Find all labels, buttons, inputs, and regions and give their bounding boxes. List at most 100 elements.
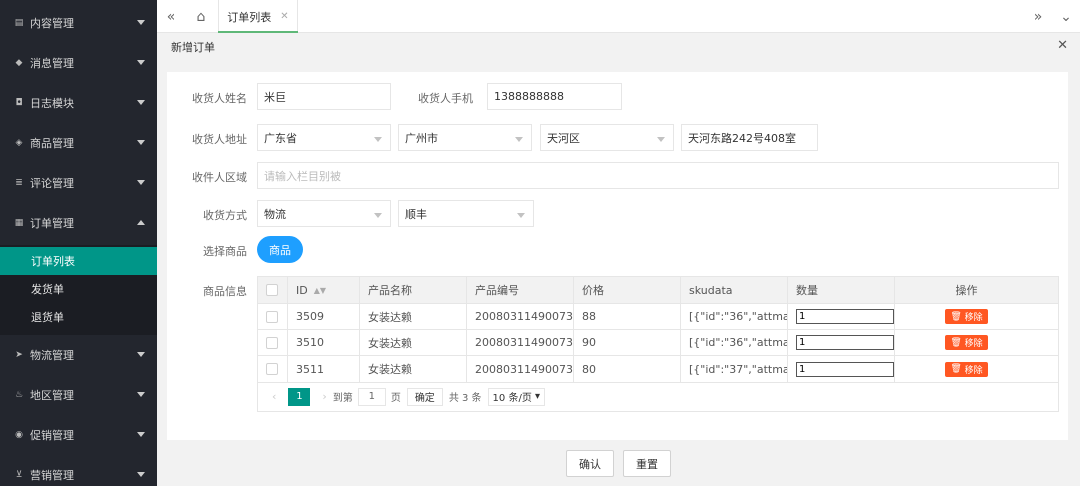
goto-page-input[interactable]: 1 [357, 387, 386, 406]
nav-product-management[interactable]: ◈ 商品管理 [0, 123, 157, 163]
chevron-down-icon [137, 472, 145, 477]
double-chevron-right-icon[interactable]: » [1024, 0, 1052, 33]
cell-skudata: [{"id":"37","attma... [681, 356, 788, 382]
page-unit-label: 页 [390, 393, 401, 404]
page-size-select[interactable]: 10 条/页 ▾ [487, 387, 546, 406]
nav-label: 内容管理 [30, 17, 74, 30]
cell-price: 88 [574, 304, 681, 329]
street-field[interactable]: 天河东路242号408室 [681, 124, 818, 151]
remove-label: 移除 [964, 313, 983, 323]
column-header-price: 价格 [574, 277, 681, 303]
chevron-down-icon: ▾ [535, 391, 541, 402]
nav-label: 评论管理 [30, 177, 74, 190]
chevron-down-icon [137, 140, 145, 145]
nav-log-module[interactable]: ◘ 日志模块 [0, 83, 157, 123]
total-count: 共 3 条 [448, 393, 482, 404]
select-all-cell [258, 277, 288, 303]
home-icon[interactable]: ⌂ [187, 0, 215, 33]
cell-name: 女装达赖 [360, 330, 467, 355]
caret-down-icon [517, 213, 525, 218]
select-all-checkbox[interactable] [266, 284, 278, 296]
name-field[interactable]: 米巨 [257, 83, 391, 110]
close-icon[interactable]: ✕ [280, 11, 288, 22]
cell-price: 90 [574, 330, 681, 355]
nav-label: 物流管理 [30, 349, 74, 362]
sort-icon[interactable]: ▲▼ [314, 286, 326, 295]
chevron-down-icon [137, 100, 145, 105]
tab-label: 订单列表 [227, 10, 272, 24]
phone-field[interactable]: 1388888888 [487, 83, 622, 110]
next-page-icon[interactable]: › [322, 390, 326, 403]
district-value: 天河区 [547, 131, 580, 145]
chevron-down-icon[interactable]: ⌄ [1052, 0, 1080, 33]
remove-label: 移除 [964, 365, 983, 376]
nav-logistics-management[interactable]: ➤ 物流管理 [0, 335, 157, 375]
chevron-down-icon [137, 352, 145, 357]
goto-confirm-button[interactable]: 确定 [406, 387, 443, 406]
quantity-input[interactable]: 1 [796, 335, 894, 350]
remove-button[interactable]: 🗑︎ 移除 [945, 309, 988, 324]
page-size-value: 10 条/页 [492, 393, 532, 404]
remove-button[interactable]: 🗑︎ 移除 [945, 335, 988, 350]
region-field[interactable]: 请输入栏目别被 [257, 162, 1059, 189]
quantity-input[interactable]: 1 [796, 309, 894, 324]
double-chevron-left-icon[interactable]: « [157, 0, 185, 33]
tab-order-list[interactable]: 订单列表 ✕ [218, 0, 298, 33]
remove-button[interactable]: 🗑︎ 移除 [945, 361, 988, 377]
row-select-cell [258, 304, 288, 329]
address-label: 收货人地址 [192, 133, 247, 146]
table-header: ID ▲▼ 产品名称 产品编号 价格 skudata 数量 操作 [258, 277, 1058, 304]
sidebar-subitem-shipment[interactable]: 发货单 [0, 275, 157, 303]
cell-price: 80 [574, 356, 681, 382]
cube-icon: ◈ [15, 138, 23, 148]
nav-marketing-management[interactable]: ⊻ 营销管理 [0, 455, 157, 486]
cell-action: 🗑︎ 移除 [895, 330, 1038, 355]
confirm-button[interactable]: 确认 [566, 450, 614, 477]
cell-name: 女装达赖 [360, 356, 467, 382]
flame-icon: ♨ [14, 390, 24, 400]
row-checkbox[interactable] [266, 336, 278, 349]
district-select[interactable]: 天河区 [540, 124, 674, 151]
trash-icon: 🗑︎ [950, 337, 962, 348]
chevron-down-icon [137, 20, 145, 25]
nav-promotion-management[interactable]: ◉ 促销管理 [0, 415, 157, 455]
carrier-select[interactable]: 顺丰 [398, 200, 534, 227]
dialog-title: 新增订单 [171, 41, 215, 54]
nav-content-management[interactable]: ▤ 内容管理 [0, 3, 157, 43]
chevron-down-icon [137, 432, 145, 437]
shipping-label: 收货方式 [203, 209, 247, 222]
cell-quantity: 1 [788, 304, 895, 329]
city-value: 广州市 [405, 131, 438, 145]
column-header-code: 产品编号 [467, 277, 574, 303]
province-select[interactable]: 广东省 [257, 124, 391, 151]
nav-label: 地区管理 [30, 389, 74, 402]
column-header-id[interactable]: ID ▲▼ [288, 277, 360, 303]
nav-order-management[interactable]: ▦ 订单管理 [0, 203, 157, 243]
layers-icon: ◉ [15, 430, 23, 440]
nav-comment-management[interactable]: ≣ 评论管理 [0, 163, 157, 203]
row-checkbox[interactable] [266, 363, 278, 375]
nav-label: 订单管理 [30, 217, 74, 230]
sidebar-subitem-returns[interactable]: 退货单 [0, 303, 157, 331]
row-checkbox[interactable] [266, 310, 278, 323]
page-current[interactable]: 1 [288, 387, 311, 406]
city-select[interactable]: 广州市 [398, 124, 532, 151]
select-goods-button[interactable]: 商品 [257, 236, 303, 263]
column-header-action: 操作 [955, 284, 978, 297]
nav-message-management[interactable]: ◆ 消息管理 [0, 43, 157, 83]
column-header-quantity: 数量 [788, 277, 895, 303]
nav-label: 促销管理 [30, 429, 74, 442]
quantity-input[interactable]: 1 [796, 361, 894, 377]
chevron-up-icon [137, 220, 145, 225]
order-form: 收货人姓名 米巨 收货人手机 1388888888 收货人地址 广东省 广州市 … [167, 72, 1068, 440]
close-icon[interactable]: ✕ [1057, 38, 1068, 53]
cart-icon: ⊻ [15, 470, 23, 480]
chevron-down-icon [137, 392, 145, 397]
nav-region-management[interactable]: ♨ 地区管理 [0, 375, 157, 415]
sidebar-subitem-order-list[interactable]: 订单列表 [0, 247, 157, 275]
shipping-method-select[interactable]: 物流 [257, 200, 391, 227]
caret-down-icon [515, 137, 523, 142]
reset-button[interactable]: 重置 [623, 450, 671, 477]
trash-icon: 🗑︎ [950, 364, 962, 374]
prev-page-icon[interactable]: ‹ [272, 390, 276, 403]
